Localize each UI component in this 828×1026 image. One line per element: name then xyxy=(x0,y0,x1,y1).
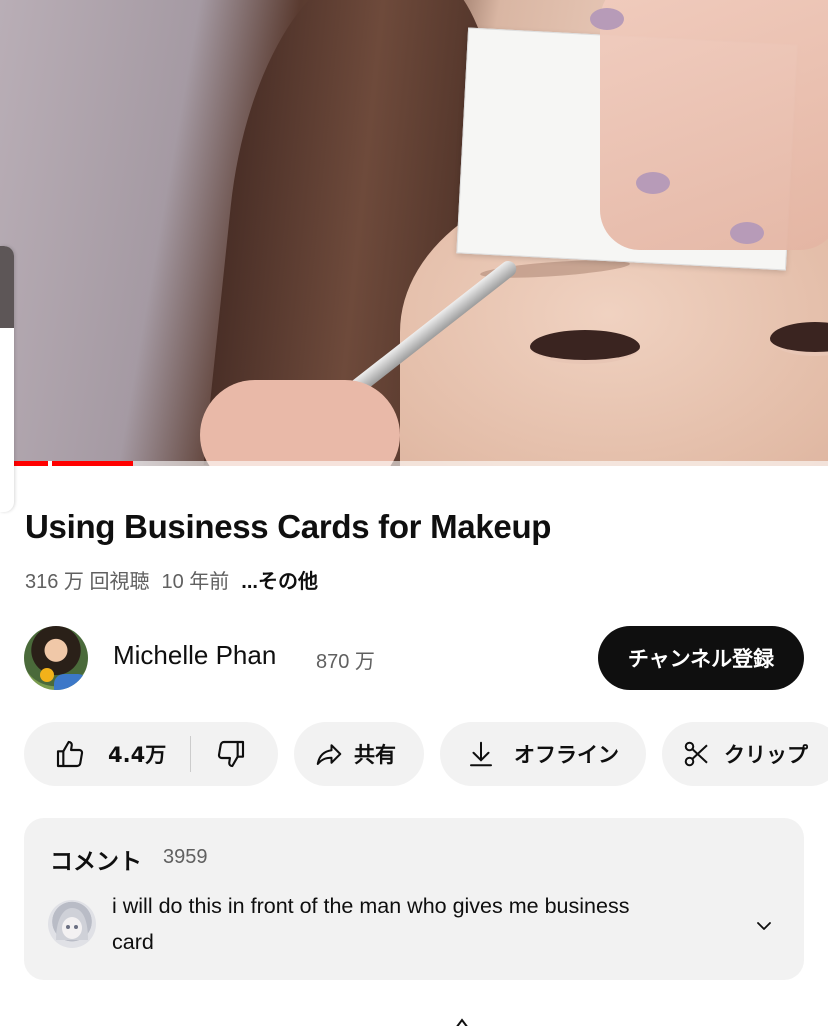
video-frame-hand xyxy=(200,380,400,466)
like-dislike-pill: 4.4万 xyxy=(24,722,278,786)
video-frame-nail xyxy=(590,8,624,30)
comments-card[interactable]: コメント 3959 i will do this in front of the… xyxy=(24,818,804,980)
thumbs-down-icon xyxy=(215,738,247,770)
like-count: 4.4万 xyxy=(108,743,167,767)
share-arrow-icon xyxy=(314,739,344,769)
video-frame-nail xyxy=(730,222,764,244)
progress-chapter-gap xyxy=(48,461,52,466)
progress-fill xyxy=(14,461,133,466)
like-button[interactable]: 4.4万 xyxy=(24,738,166,770)
video-frame-nail xyxy=(636,172,670,194)
comments-count: 3959 xyxy=(163,846,208,868)
download-icon xyxy=(466,739,496,769)
caret-up-icon xyxy=(456,1018,468,1026)
clip-button[interactable]: クリップ xyxy=(662,722,828,786)
channel-name[interactable]: Michelle Phan xyxy=(113,640,276,671)
offline-label: オフライン xyxy=(514,743,619,767)
channel-avatar[interactable] xyxy=(24,626,88,690)
view-count: 316 万 回視聴 xyxy=(25,571,150,593)
upload-age: 10 年前 xyxy=(161,571,230,593)
commenter-avatar xyxy=(48,900,96,948)
chevron-down-icon[interactable] xyxy=(752,914,776,943)
avatar-shirt xyxy=(54,674,88,690)
video-player[interactable] xyxy=(0,0,828,466)
clip-label: クリップ xyxy=(724,743,808,767)
progress-track[interactable] xyxy=(14,461,828,466)
thumbs-up-icon xyxy=(54,738,86,770)
subscribe-button[interactable]: チャンネル登録 xyxy=(598,626,804,690)
dislike-button[interactable] xyxy=(215,738,247,770)
share-label: 共有 xyxy=(354,743,396,767)
offline-download-button[interactable]: オフライン xyxy=(440,722,646,786)
comments-title: コメント xyxy=(50,849,142,875)
video-frame-hand xyxy=(600,0,828,250)
top-comment-text: i will do this in front of the man who g… xyxy=(112,894,630,954)
scissors-icon xyxy=(682,739,712,769)
pill-divider xyxy=(190,736,192,772)
side-scrollbar-thumb[interactable] xyxy=(0,246,14,328)
video-frame-eye xyxy=(530,330,640,364)
more-link[interactable]: ...その他 xyxy=(241,565,318,594)
side-scrollbar[interactable] xyxy=(0,246,14,512)
avatar-flower xyxy=(40,668,54,682)
video-meta[interactable]: 316 万 回視聴 10 年前 ...その他 xyxy=(25,565,318,594)
subscriber-count: 870 万 xyxy=(316,651,375,673)
share-button[interactable]: 共有 xyxy=(294,722,424,786)
video-title: Using Business Cards for Makeup xyxy=(25,508,552,545)
